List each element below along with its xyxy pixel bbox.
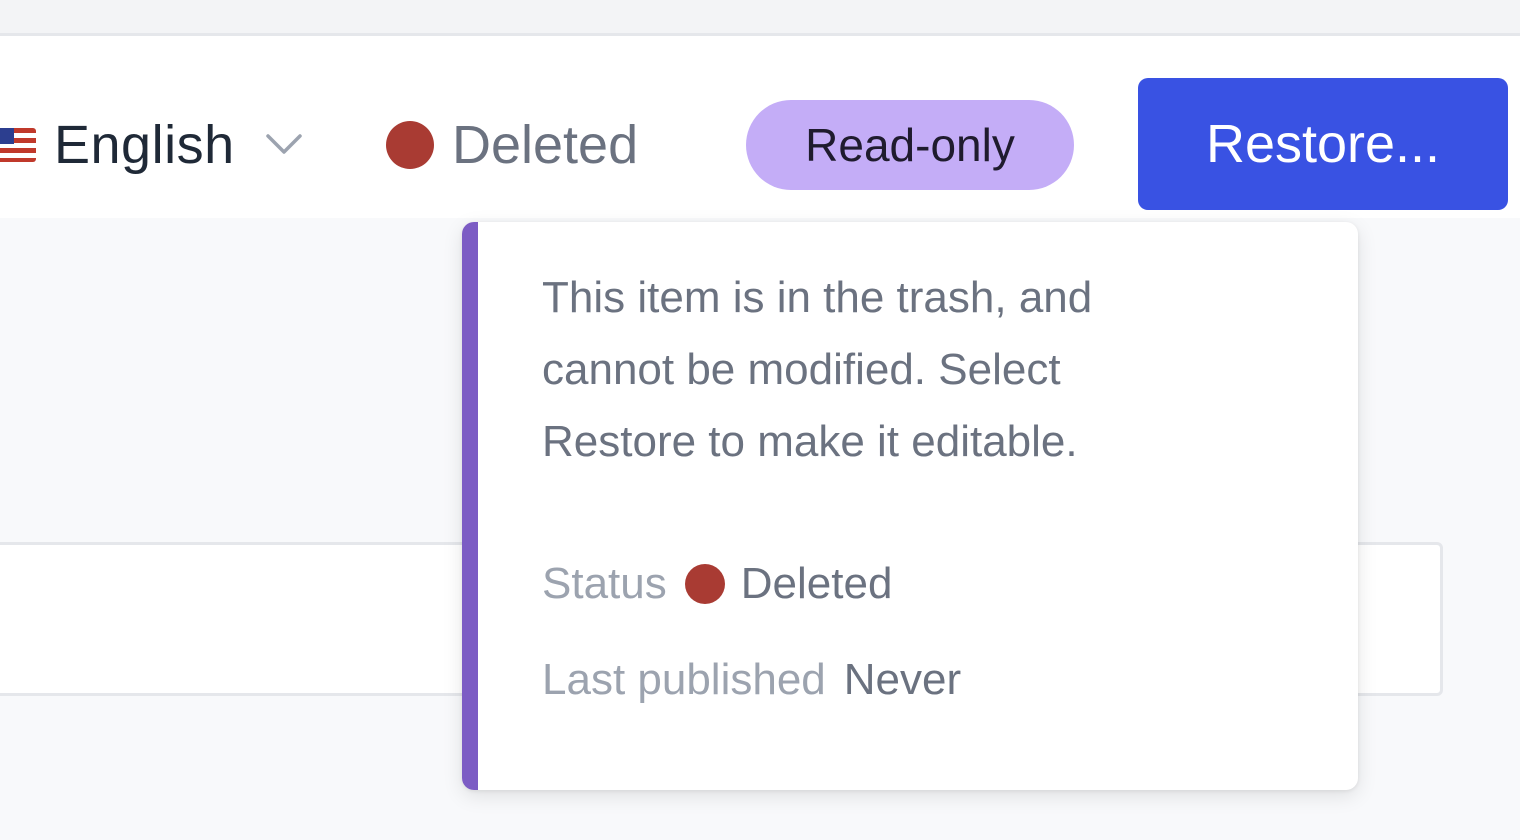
popover-message: This item is in the trash, and cannot be… xyxy=(542,273,1093,466)
locale-label: English xyxy=(54,115,235,175)
chevron-down-icon xyxy=(265,126,303,164)
last-published-row: Last published Never xyxy=(542,650,961,710)
status-label: Deleted xyxy=(452,115,639,175)
status-dot-icon xyxy=(386,121,434,169)
us-flag-icon xyxy=(0,128,36,162)
popover-accent-bar xyxy=(462,222,478,790)
status-key: Status xyxy=(542,559,667,608)
locale-selector[interactable]: English xyxy=(0,112,303,178)
read-only-badge[interactable]: Read-only xyxy=(746,100,1074,190)
last-published-value: Never xyxy=(843,655,962,704)
status-indicator: Deleted xyxy=(386,112,638,178)
top-strip xyxy=(0,0,1520,33)
status-row: Status Deleted xyxy=(542,554,892,614)
last-published-key: Last published xyxy=(542,655,826,704)
restore-button[interactable]: Restore... xyxy=(1138,78,1508,210)
read-only-popover: This item is in the trash, and cannot be… xyxy=(462,222,1358,790)
status-dot-icon xyxy=(684,564,725,604)
status-value: Deleted xyxy=(740,559,893,608)
